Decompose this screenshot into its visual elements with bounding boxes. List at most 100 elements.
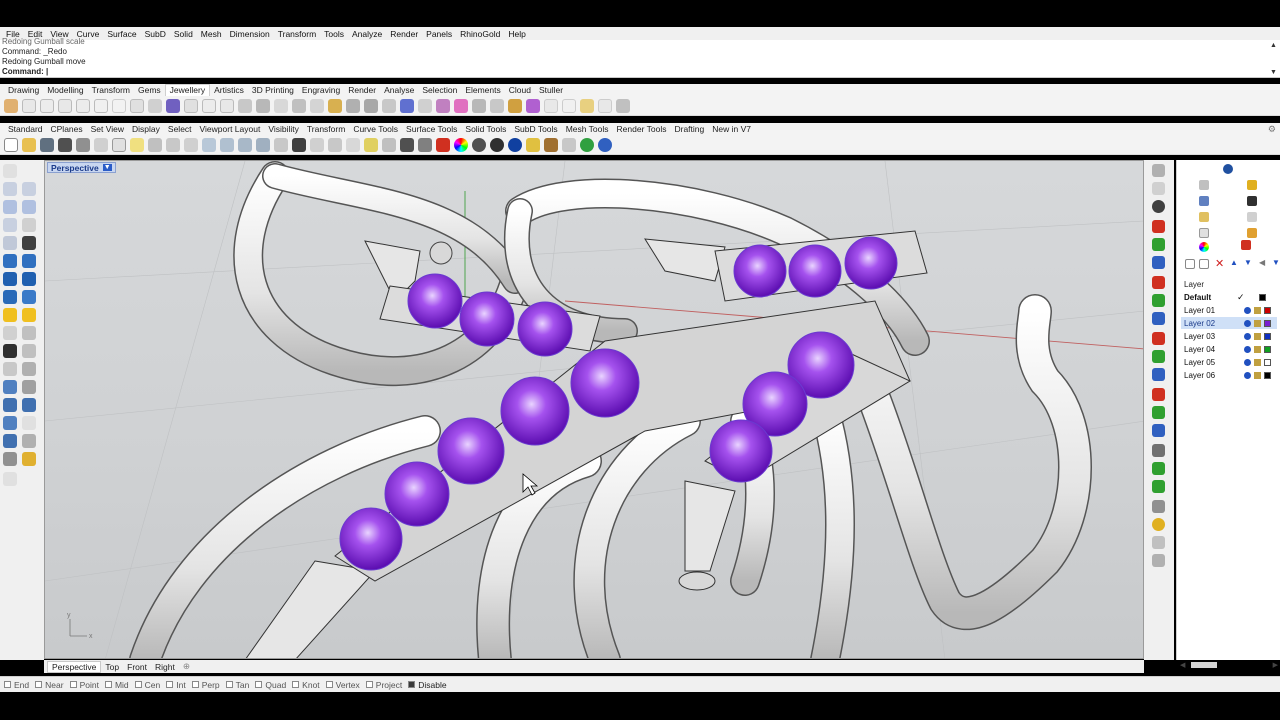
gear-icon[interactable]	[544, 137, 558, 152]
move-down-icon[interactable]: ▼	[1244, 258, 1252, 267]
delete-layer-icon[interactable]: ✕	[1215, 257, 1224, 270]
pen-icon[interactable]	[616, 98, 630, 113]
tab-select[interactable]: Select	[164, 124, 196, 134]
tab-mesh-tools[interactable]: Mesh Tools	[562, 124, 613, 134]
layer-color-swatch[interactable]	[1264, 345, 1271, 353]
trim-icon[interactable]	[3, 326, 17, 340]
cutter-icon[interactable]	[382, 98, 396, 113]
globe-icon[interactable]	[580, 137, 594, 152]
undo-icon[interactable]	[148, 137, 162, 152]
scroll-thumb[interactable]	[1191, 662, 1217, 668]
lightbulb-icon[interactable]	[1244, 345, 1251, 353]
render-sphere-icon[interactable]	[508, 137, 522, 152]
layer-color-swatch[interactable]	[1264, 319, 1271, 327]
checkbox[interactable]	[35, 681, 43, 688]
osnap-point[interactable]: Point	[69, 680, 99, 690]
pen-icon[interactable]	[1199, 180, 1209, 190]
rotate-icon[interactable]	[1152, 406, 1165, 419]
checkbox[interactable]	[225, 681, 233, 688]
analyze-icon[interactable]	[3, 434, 17, 448]
tab-set-view[interactable]: Set View	[87, 124, 128, 134]
ring-icon[interactable]	[112, 98, 126, 113]
chevron-down-icon[interactable]: ▼	[102, 164, 112, 171]
tag-icon[interactable]	[1247, 228, 1257, 238]
gumball-icon[interactable]	[1152, 536, 1165, 549]
ring-icon[interactable]	[4, 98, 18, 113]
solid-box-icon[interactable]	[3, 272, 17, 286]
material-icon[interactable]	[436, 137, 450, 152]
arc-icon[interactable]	[3, 236, 17, 250]
tab-drawing[interactable]: Drawing	[4, 85, 43, 95]
osnap-mid[interactable]: Mid	[104, 680, 129, 690]
pave-icon[interactable]	[238, 98, 252, 113]
lightbulb-icon[interactable]	[1152, 182, 1165, 195]
tab-elements[interactable]: Elements	[461, 85, 504, 95]
pattern-icon[interactable]	[508, 98, 522, 113]
move-icon[interactable]	[3, 362, 17, 376]
tab-cplanes[interactable]: CPlanes	[47, 124, 87, 134]
bezel-icon[interactable]	[130, 98, 144, 113]
pave-icon[interactable]	[274, 98, 288, 113]
pattern-icon[interactable]	[490, 98, 504, 113]
tab-right[interactable]: Right	[151, 662, 179, 672]
menu-surface[interactable]: Surface	[103, 29, 140, 39]
chain-icon[interactable]	[292, 98, 306, 113]
layer-color-swatch[interactable]	[1264, 371, 1271, 379]
add-viewport-icon[interactable]: ⊕	[179, 661, 194, 672]
tab-selection[interactable]: Selection	[418, 85, 461, 95]
layer-color-swatch[interactable]	[1259, 293, 1266, 301]
tab-display[interactable]: Display	[128, 124, 164, 134]
tab-standard[interactable]: Standard	[4, 124, 47, 134]
menu-transform[interactable]: Transform	[274, 29, 320, 39]
print-icon[interactable]	[1199, 228, 1209, 238]
text-icon[interactable]	[22, 398, 36, 412]
pattern-icon[interactable]	[472, 98, 486, 113]
band-icon[interactable]	[58, 98, 72, 113]
point-icon[interactable]	[22, 164, 36, 178]
lock-icon[interactable]	[1254, 345, 1261, 353]
lock-icon[interactable]	[1254, 306, 1261, 314]
layer-row[interactable]: Layer 03	[1181, 330, 1277, 342]
cplane-icon[interactable]	[310, 137, 324, 152]
extrude-icon[interactable]	[3, 290, 17, 304]
lock-icon[interactable]	[1254, 319, 1261, 327]
new-file-icon[interactable]	[4, 137, 18, 152]
line-icon[interactable]	[1152, 480, 1165, 493]
command-scrollbar[interactable]: ▲ ▼	[1269, 42, 1278, 76]
chevron-right-icon[interactable]: ▶	[1273, 661, 1278, 669]
arc-icon[interactable]	[22, 236, 36, 250]
folder-icon[interactable]	[1247, 180, 1257, 190]
osnap-vertex[interactable]: Vertex	[325, 680, 360, 690]
tab-viewport-layout[interactable]: Viewport Layout	[196, 124, 265, 134]
ellipse-icon[interactable]	[22, 200, 36, 214]
pattern-icon[interactable]	[544, 98, 558, 113]
lightbulb-icon[interactable]	[382, 137, 396, 152]
arrow-up-icon[interactable]	[1152, 238, 1165, 251]
clock-icon[interactable]	[1152, 518, 1165, 531]
layer-row[interactable]: Default ✓	[1181, 291, 1277, 303]
lock-icon[interactable]	[1254, 358, 1261, 366]
new-sublayer-icon[interactable]	[1199, 259, 1209, 269]
arrow-icon[interactable]	[1152, 312, 1165, 325]
dimension-icon[interactable]	[3, 398, 17, 412]
color-wheel-icon[interactable]	[454, 137, 468, 152]
panel-horizontal-scrollbar[interactable]: ◀ ▶	[1177, 660, 1280, 670]
layer-color-swatch[interactable]	[1264, 332, 1271, 340]
tab-new-in-v7[interactable]: New in V7	[708, 124, 755, 134]
lightbulb-icon[interactable]	[1244, 332, 1251, 340]
tab-artistics[interactable]: Artistics	[210, 85, 248, 95]
sphere-icon[interactable]	[1223, 164, 1233, 174]
layer-icon[interactable]	[418, 137, 432, 152]
lightbulb-icon[interactable]	[1244, 319, 1251, 327]
osnap-tan[interactable]: Tan	[225, 680, 249, 690]
layer-color-swatch[interactable]	[1264, 306, 1271, 314]
mesh-icon[interactable]	[22, 290, 36, 304]
chevron-left-icon[interactable]: ◀	[1180, 661, 1185, 669]
osnap-perp[interactable]: Perp	[191, 680, 220, 690]
tab-modelling[interactable]: Modelling	[43, 85, 87, 95]
rotate-view-icon[interactable]	[274, 137, 288, 152]
text-icon[interactable]	[598, 98, 612, 113]
rectangle-icon[interactable]	[22, 218, 36, 232]
paint-icon[interactable]	[22, 452, 36, 466]
rotate-icon[interactable]	[1152, 424, 1165, 437]
